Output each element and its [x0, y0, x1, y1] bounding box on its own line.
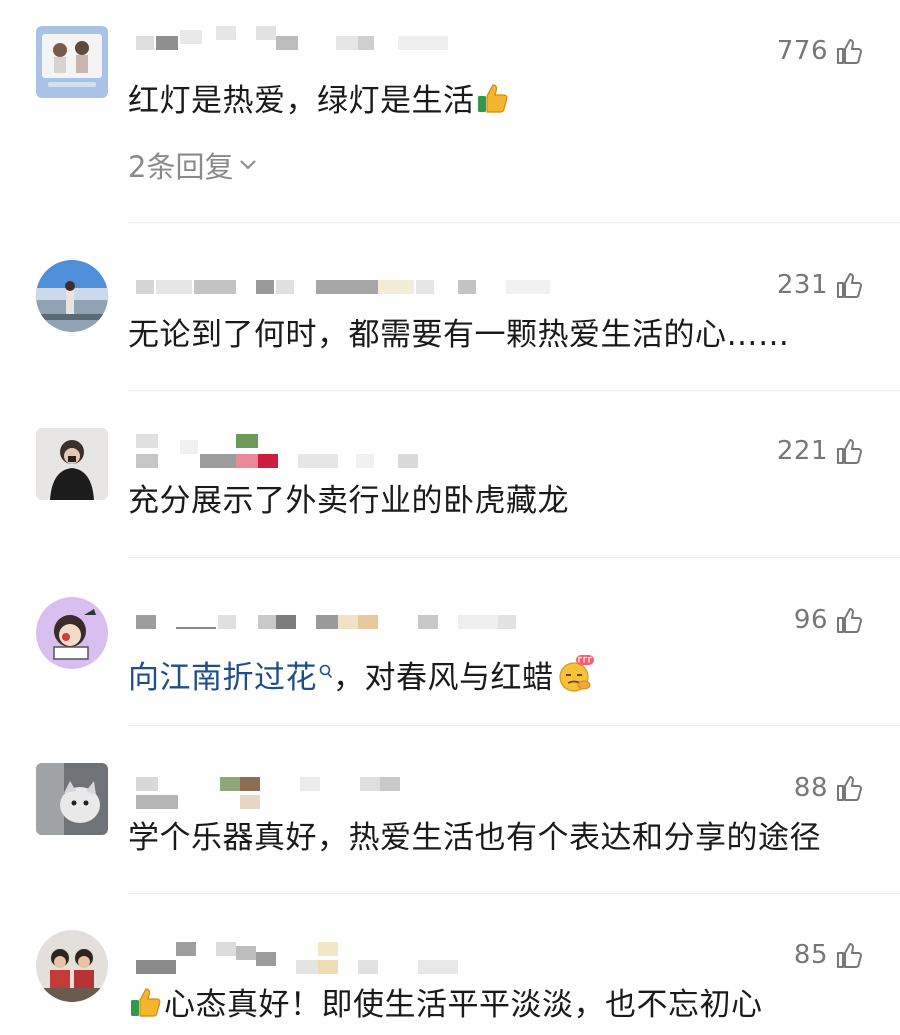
- couple-photo-avatar-icon: [36, 26, 108, 98]
- like-count: 776: [776, 36, 828, 66]
- like-button[interactable]: 776: [777, 34, 862, 68]
- like-button[interactable]: 88: [794, 771, 862, 805]
- username[interactable]: [136, 942, 556, 974]
- seaside-photo-avatar-icon: [36, 260, 108, 332]
- thumbs-up-icon: [836, 941, 862, 969]
- view-replies-button[interactable]: 2条回复: [128, 144, 257, 186]
- cat-photo-avatar-icon: [36, 763, 108, 835]
- username[interactable]: [136, 434, 556, 468]
- comment-item: 221 充分展示了外卖行业的卧虎藏龙: [0, 392, 900, 559]
- comment-item: 96 向江南折过花 ，对春风与红蜡: [0, 559, 900, 727]
- like-button[interactable]: 221: [777, 434, 862, 468]
- avatar[interactable]: [36, 26, 108, 98]
- avatar[interactable]: [36, 260, 108, 332]
- username[interactable]: [136, 615, 556, 639]
- like-count: 96: [793, 605, 828, 635]
- like-button[interactable]: 96: [794, 603, 862, 637]
- thinking-666-emoji-icon: [554, 653, 596, 706]
- avatar[interactable]: [36, 930, 108, 1002]
- thumbs-up-icon: [836, 37, 862, 65]
- divider: [128, 390, 900, 391]
- topic-link[interactable]: 向江南折过花: [128, 660, 333, 696]
- username[interactable]: [136, 280, 556, 304]
- comment-item: 231 无论到了何时，都需要有一颗热爱生活的心……: [0, 226, 900, 392]
- person-photo-avatar-icon: [36, 428, 108, 500]
- like-button[interactable]: 231: [777, 268, 862, 302]
- kids-photo-avatar-icon: [36, 930, 108, 1002]
- like-count: 231: [776, 270, 828, 300]
- username[interactable]: [136, 777, 556, 809]
- chevron-down-icon: [239, 159, 257, 171]
- divider: [128, 725, 900, 726]
- avatar[interactable]: [36, 597, 108, 669]
- comment-text: 无论到了何时，都需要有一颗热爱生活的心……: [128, 317, 790, 353]
- cartoon-girl-avatar-icon: [36, 597, 108, 669]
- like-count: 88: [793, 773, 828, 803]
- search-icon: [319, 647, 333, 693]
- username[interactable]: [136, 26, 556, 54]
- thumbs-up-icon: [836, 437, 862, 465]
- comment-text: 心态真好！即使生活平平淡淡，也不忘初心: [128, 982, 763, 1033]
- replies-label: 2条回复: [128, 150, 234, 184]
- like-button[interactable]: 85: [794, 938, 862, 972]
- avatar[interactable]: [36, 428, 108, 500]
- avatar[interactable]: [36, 763, 108, 835]
- thumbs-up-icon: [836, 271, 862, 299]
- comment-item: 776 红灯是热爱，绿灯是生活 2条回复: [0, 0, 900, 225]
- divider: [128, 222, 900, 223]
- thumbs-up-emoji-icon: [475, 80, 511, 129]
- divider: [128, 557, 900, 558]
- like-count: 221: [776, 436, 828, 466]
- comment-text: 红灯是热爱，绿灯是生活: [128, 78, 511, 129]
- thumbs-up-icon: [836, 774, 862, 802]
- comment-text: 充分展示了外卖行业的卧虎藏龙: [128, 483, 569, 519]
- comment-text: 向江南折过花 ，对春风与红蜡: [128, 647, 596, 706]
- comment-item: 88 学个乐器真好，热爱生活也有个表达和分享的途径: [0, 727, 900, 894]
- thumbs-up-icon: [836, 606, 862, 634]
- like-count: 85: [793, 940, 828, 970]
- thumbs-up-emoji-icon: [128, 984, 164, 1033]
- comment-text: 学个乐器真好，热爱生活也有个表达和分享的途径: [128, 820, 821, 856]
- comment-item: 85 心态真好！即使生活平平淡淡，也不忘初心: [0, 894, 900, 1035]
